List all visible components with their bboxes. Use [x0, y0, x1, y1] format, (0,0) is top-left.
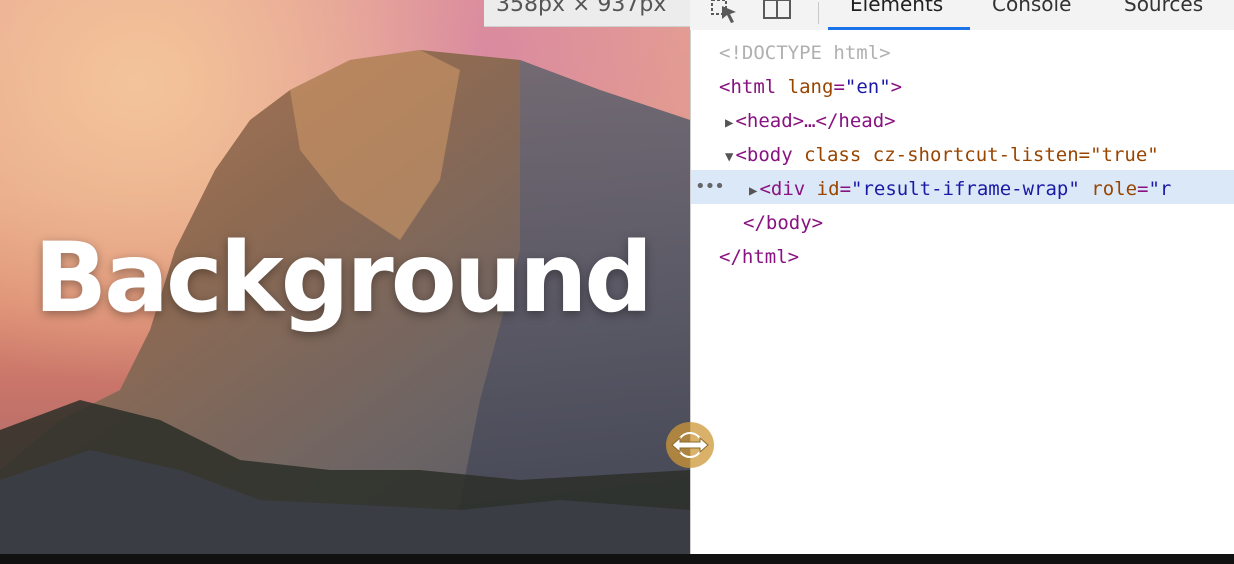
- devtools-toolbar: Elements Console Sources: [690, 0, 1234, 31]
- cursor-select-icon[interactable]: [710, 0, 744, 26]
- tab-elements[interactable]: Elements: [850, 0, 943, 16]
- viewport-dimensions: 358px × 937px: [496, 0, 667, 17]
- tab-sources[interactable]: Sources: [1124, 0, 1203, 16]
- dom-html-close[interactable]: </html>: [719, 240, 799, 274]
- viewport-resize-handle[interactable]: [666, 422, 714, 468]
- toolbar-separator: [818, 2, 819, 24]
- dom-div-node[interactable]: ▶ <div id="result-iframe-wrap" role="r: [749, 172, 1171, 206]
- dom-body-node[interactable]: ▼ <body class cz-shortcut-listen="true": [725, 138, 1159, 172]
- node-actions-ellipsis[interactable]: •••: [695, 170, 725, 204]
- expand-triangle-icon[interactable]: ▶: [725, 115, 733, 131]
- dom-body-close[interactable]: </body>: [743, 206, 823, 240]
- viewport-dimension-bar: 358px × 937px: [484, 0, 690, 27]
- collapse-triangle-icon[interactable]: ▼: [725, 149, 733, 165]
- tab-console[interactable]: Console: [992, 0, 1071, 16]
- page-viewport: Background: [0, 0, 690, 554]
- page-headline: Background: [34, 222, 653, 334]
- dom-doctype[interactable]: <!DOCTYPE html>: [719, 36, 891, 70]
- bottom-edge: [0, 554, 1234, 564]
- expand-triangle-icon[interactable]: ▶: [749, 183, 757, 199]
- dom-head-node[interactable]: ▶ <head>…</head>: [725, 104, 896, 138]
- device-toggle-icon[interactable]: [760, 0, 794, 26]
- dom-html-node[interactable]: <html lang="en">: [719, 70, 902, 104]
- resize-arrows-icon: [671, 432, 709, 458]
- elements-panel: ••• <!DOCTYPE html> <html lang="en"> ▶ <h…: [690, 30, 1234, 554]
